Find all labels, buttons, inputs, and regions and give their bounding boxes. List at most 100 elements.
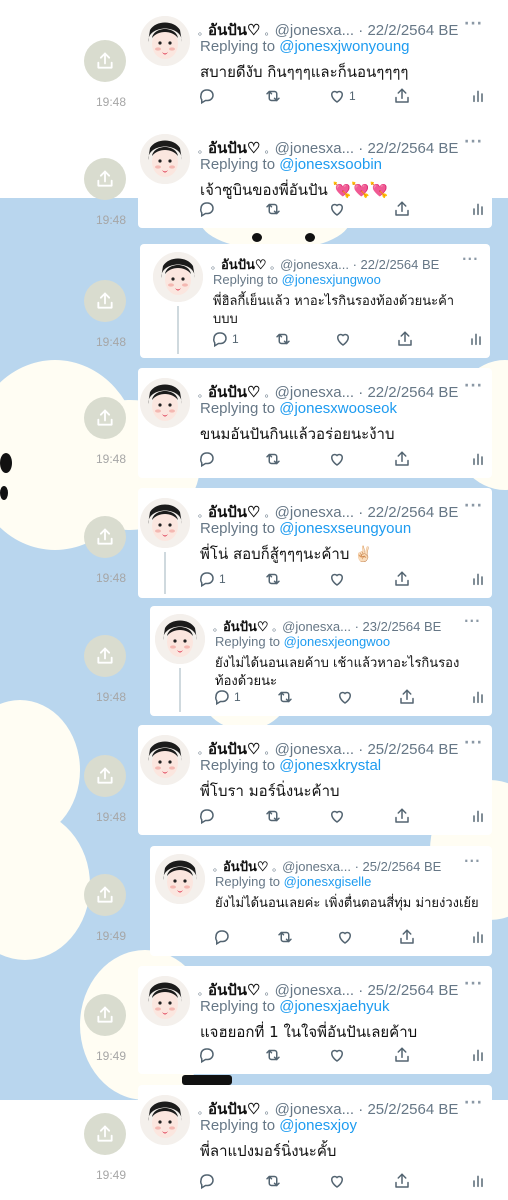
author-name[interactable]: อันปัน♡	[208, 741, 261, 758]
reply-button[interactable]: 1	[213, 688, 241, 706]
like-button[interactable]	[328, 570, 349, 588]
author-name[interactable]: อันปัน♡	[208, 384, 261, 401]
analytics-button[interactable]	[470, 807, 486, 825]
analytics-button[interactable]	[470, 1172, 486, 1190]
like-button[interactable]	[334, 330, 355, 348]
analytics-button[interactable]	[470, 1046, 486, 1064]
author-name[interactable]: อันปัน♡	[208, 140, 261, 157]
upload-button[interactable]	[393, 87, 411, 105]
tweet-date[interactable]: 22/2/2564 BE	[367, 384, 458, 401]
tweet-date[interactable]: 22/2/2564 BE	[367, 22, 458, 39]
reply-button[interactable]: 1	[198, 570, 226, 588]
share-icon[interactable]	[84, 158, 126, 200]
like-button[interactable]	[328, 200, 349, 218]
retweet-button[interactable]	[263, 87, 283, 105]
analytics-button[interactable]	[470, 200, 486, 218]
author-name[interactable]: อันปัน♡	[221, 257, 267, 272]
share-icon[interactable]	[84, 874, 126, 916]
analytics-button[interactable]	[468, 330, 484, 348]
upload-button[interactable]	[398, 688, 416, 706]
author-handle[interactable]: @jonesxa...	[282, 619, 351, 634]
reply-button[interactable]	[198, 450, 219, 468]
author-handle[interactable]: @jonesxa...	[275, 1101, 354, 1118]
retweet-button[interactable]	[263, 1172, 283, 1190]
tweet-date[interactable]: 22/2/2564 BE	[361, 257, 440, 272]
retweet-button[interactable]	[275, 688, 295, 706]
avatar[interactable]	[140, 16, 190, 66]
like-button[interactable]	[336, 928, 357, 946]
analytics-button[interactable]	[470, 570, 486, 588]
retweet-button[interactable]	[273, 330, 293, 348]
reply-handle-link[interactable]: @jonesxjeongwoo	[284, 634, 390, 649]
analytics-button[interactable]	[470, 688, 486, 706]
author-name[interactable]: อันปัน♡	[223, 859, 269, 874]
tweet-date[interactable]: 25/2/2564 BE	[367, 982, 458, 999]
share-icon[interactable]	[84, 755, 126, 797]
more-icon[interactable]: ···	[464, 976, 483, 992]
avatar[interactable]	[140, 1095, 190, 1145]
reply-button[interactable]	[198, 807, 219, 825]
author-name[interactable]: อันปัน♡	[208, 1101, 261, 1118]
reply-handle-link[interactable]: @jonesxsoobin	[279, 156, 382, 173]
retweet-button[interactable]	[263, 570, 283, 588]
reply-button[interactable]: 1	[211, 330, 239, 348]
author-handle[interactable]: @jonesxa...	[275, 741, 354, 758]
like-button[interactable]	[328, 807, 349, 825]
reply-button[interactable]	[198, 87, 219, 105]
avatar[interactable]	[155, 854, 205, 904]
reply-button[interactable]	[198, 1046, 219, 1064]
author-name[interactable]: อันปัน♡	[208, 982, 261, 999]
author-name[interactable]: อันปัน♡	[208, 504, 261, 521]
share-icon[interactable]	[84, 397, 126, 439]
more-icon[interactable]: ···	[464, 1095, 483, 1111]
reply-button[interactable]	[198, 200, 219, 218]
upload-button[interactable]	[393, 807, 411, 825]
upload-button[interactable]	[393, 450, 411, 468]
author-handle[interactable]: @jonesxa...	[282, 859, 351, 874]
like-button[interactable]	[328, 1172, 349, 1190]
tweet-date[interactable]: 23/2/2564 BE	[363, 619, 442, 634]
avatar[interactable]	[153, 252, 203, 302]
author-handle[interactable]: @jonesxa...	[275, 982, 354, 999]
tweet-date[interactable]: 25/2/2564 BE	[367, 1101, 458, 1118]
avatar[interactable]	[140, 976, 190, 1026]
share-icon[interactable]	[84, 516, 126, 558]
share-icon[interactable]	[84, 994, 126, 1036]
like-button[interactable]	[336, 688, 357, 706]
reply-handle-link[interactable]: @jonesxwooseok	[279, 400, 397, 417]
upload-button[interactable]	[393, 570, 411, 588]
more-icon[interactable]: ···	[464, 614, 481, 628]
reply-handle-link[interactable]: @jonesxkrystal	[279, 757, 381, 774]
tweet-date[interactable]: 25/2/2564 BE	[367, 741, 458, 758]
reply-button[interactable]	[198, 1172, 219, 1190]
more-icon[interactable]: ···	[464, 854, 481, 868]
retweet-button[interactable]	[263, 200, 283, 218]
author-name[interactable]: อันปัน♡	[223, 619, 269, 634]
analytics-button[interactable]	[470, 450, 486, 468]
share-icon[interactable]	[84, 1113, 126, 1155]
author-handle[interactable]: @jonesxa...	[280, 257, 349, 272]
more-icon[interactable]: ···	[464, 134, 483, 150]
avatar[interactable]	[140, 378, 190, 428]
upload-button[interactable]	[393, 200, 411, 218]
avatar[interactable]	[155, 614, 205, 664]
like-button[interactable]	[328, 450, 349, 468]
retweet-button[interactable]	[275, 928, 295, 946]
share-icon[interactable]	[84, 635, 126, 677]
share-icon[interactable]	[84, 40, 126, 82]
reply-handle-link[interactable]: @jonesxseungyoun	[279, 520, 411, 537]
more-icon[interactable]: ···	[464, 378, 483, 394]
retweet-button[interactable]	[263, 450, 283, 468]
tweet-date[interactable]: 25/2/2564 BE	[363, 859, 442, 874]
upload-button[interactable]	[393, 1172, 411, 1190]
avatar[interactable]	[140, 498, 190, 548]
reply-handle-link[interactable]: @jonesxjaehyuk	[279, 998, 389, 1015]
upload-button[interactable]	[396, 330, 414, 348]
like-button[interactable]: 1	[328, 87, 356, 105]
avatar[interactable]	[140, 134, 190, 184]
upload-button[interactable]	[393, 1046, 411, 1064]
tweet-date[interactable]: 22/2/2564 BE	[367, 504, 458, 521]
upload-button[interactable]	[398, 928, 416, 946]
retweet-button[interactable]	[263, 1046, 283, 1064]
reply-handle-link[interactable]: @jonesxjungwoo	[282, 272, 381, 287]
